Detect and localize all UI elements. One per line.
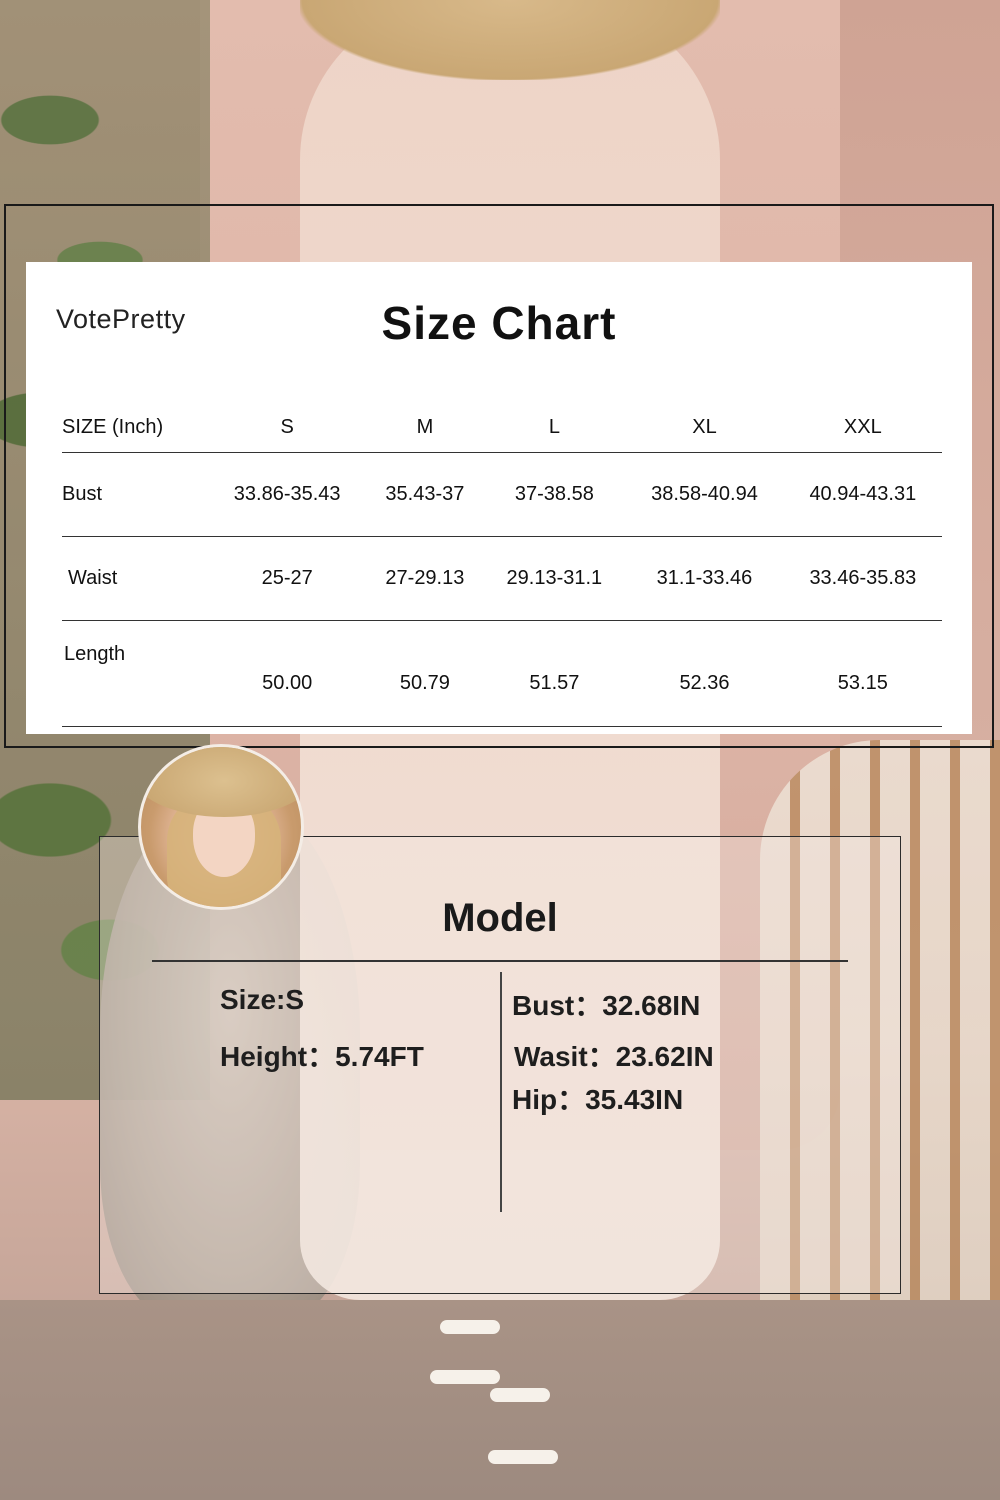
table-cell: 29.13-31.1: [483, 536, 626, 621]
table-row: Waist 25-27 27-29.13 29.13-31.1 31.1-33.…: [62, 536, 942, 621]
table-row: Length 50.00 50.79 51.57 52.36 53.15: [62, 620, 942, 727]
model-hip: Hip：35.43IN: [512, 1084, 684, 1115]
size-col-xl: XL: [625, 402, 784, 453]
table-cell: 53.15: [783, 620, 942, 727]
table-row: Bust 33.86-35.43 35.43-37 37-38.58 38.58…: [62, 452, 942, 537]
table-cell: 52.36: [625, 620, 784, 727]
model-waist: Wasit：23.62IN: [514, 1041, 714, 1072]
size-unit-header: SIZE (Inch): [62, 402, 208, 453]
model-divider-vertical: [500, 972, 502, 1212]
table-cell: 33.46-35.83: [783, 536, 942, 621]
table-cell: 40.94-43.31: [783, 452, 942, 537]
model-title: Model: [442, 896, 558, 940]
white-sandals: [430, 1300, 560, 1500]
table-cell: 27-29.13: [366, 536, 484, 621]
model-height: Height：5.74FT: [220, 1041, 424, 1072]
model-size: Size:S: [220, 984, 305, 1015]
size-col-l: L: [483, 402, 626, 453]
table-cell: 38.58-40.94: [625, 452, 784, 537]
size-chart-title: Size Chart: [381, 297, 617, 349]
table-cell: 25-27: [208, 536, 367, 621]
row-label-bust: Bust: [62, 452, 208, 537]
table-cell: 31.1-33.46: [625, 536, 784, 621]
row-label-length: Length: [62, 620, 208, 727]
table-cell: 50.00: [208, 620, 367, 727]
table-cell: 33.86-35.43: [208, 452, 367, 537]
table-cell: 37-38.58: [483, 452, 626, 537]
table-cell: 51.57: [483, 620, 626, 727]
straw-hat: [300, 0, 720, 80]
model-bust: Bust：32.68IN: [512, 990, 701, 1021]
size-col-m: M: [366, 402, 484, 453]
table-cell: 50.79: [366, 620, 484, 727]
row-label-waist: Waist: [62, 536, 208, 621]
size-chart-header-row: SIZE (Inch) S M L XL XXL: [62, 402, 942, 453]
size-col-s: S: [208, 402, 367, 453]
model-divider-horizontal: [152, 960, 848, 962]
size-chart-table: SIZE (Inch) S M L XL XXL Bust 33.86-35.4…: [62, 402, 942, 727]
table-cell: 35.43-37: [366, 452, 484, 537]
size-col-xxl: XXL: [783, 402, 942, 453]
size-chart-card: VotePretty Size Chart SIZE (Inch) S M L …: [26, 262, 972, 734]
model-avatar: [138, 744, 304, 910]
